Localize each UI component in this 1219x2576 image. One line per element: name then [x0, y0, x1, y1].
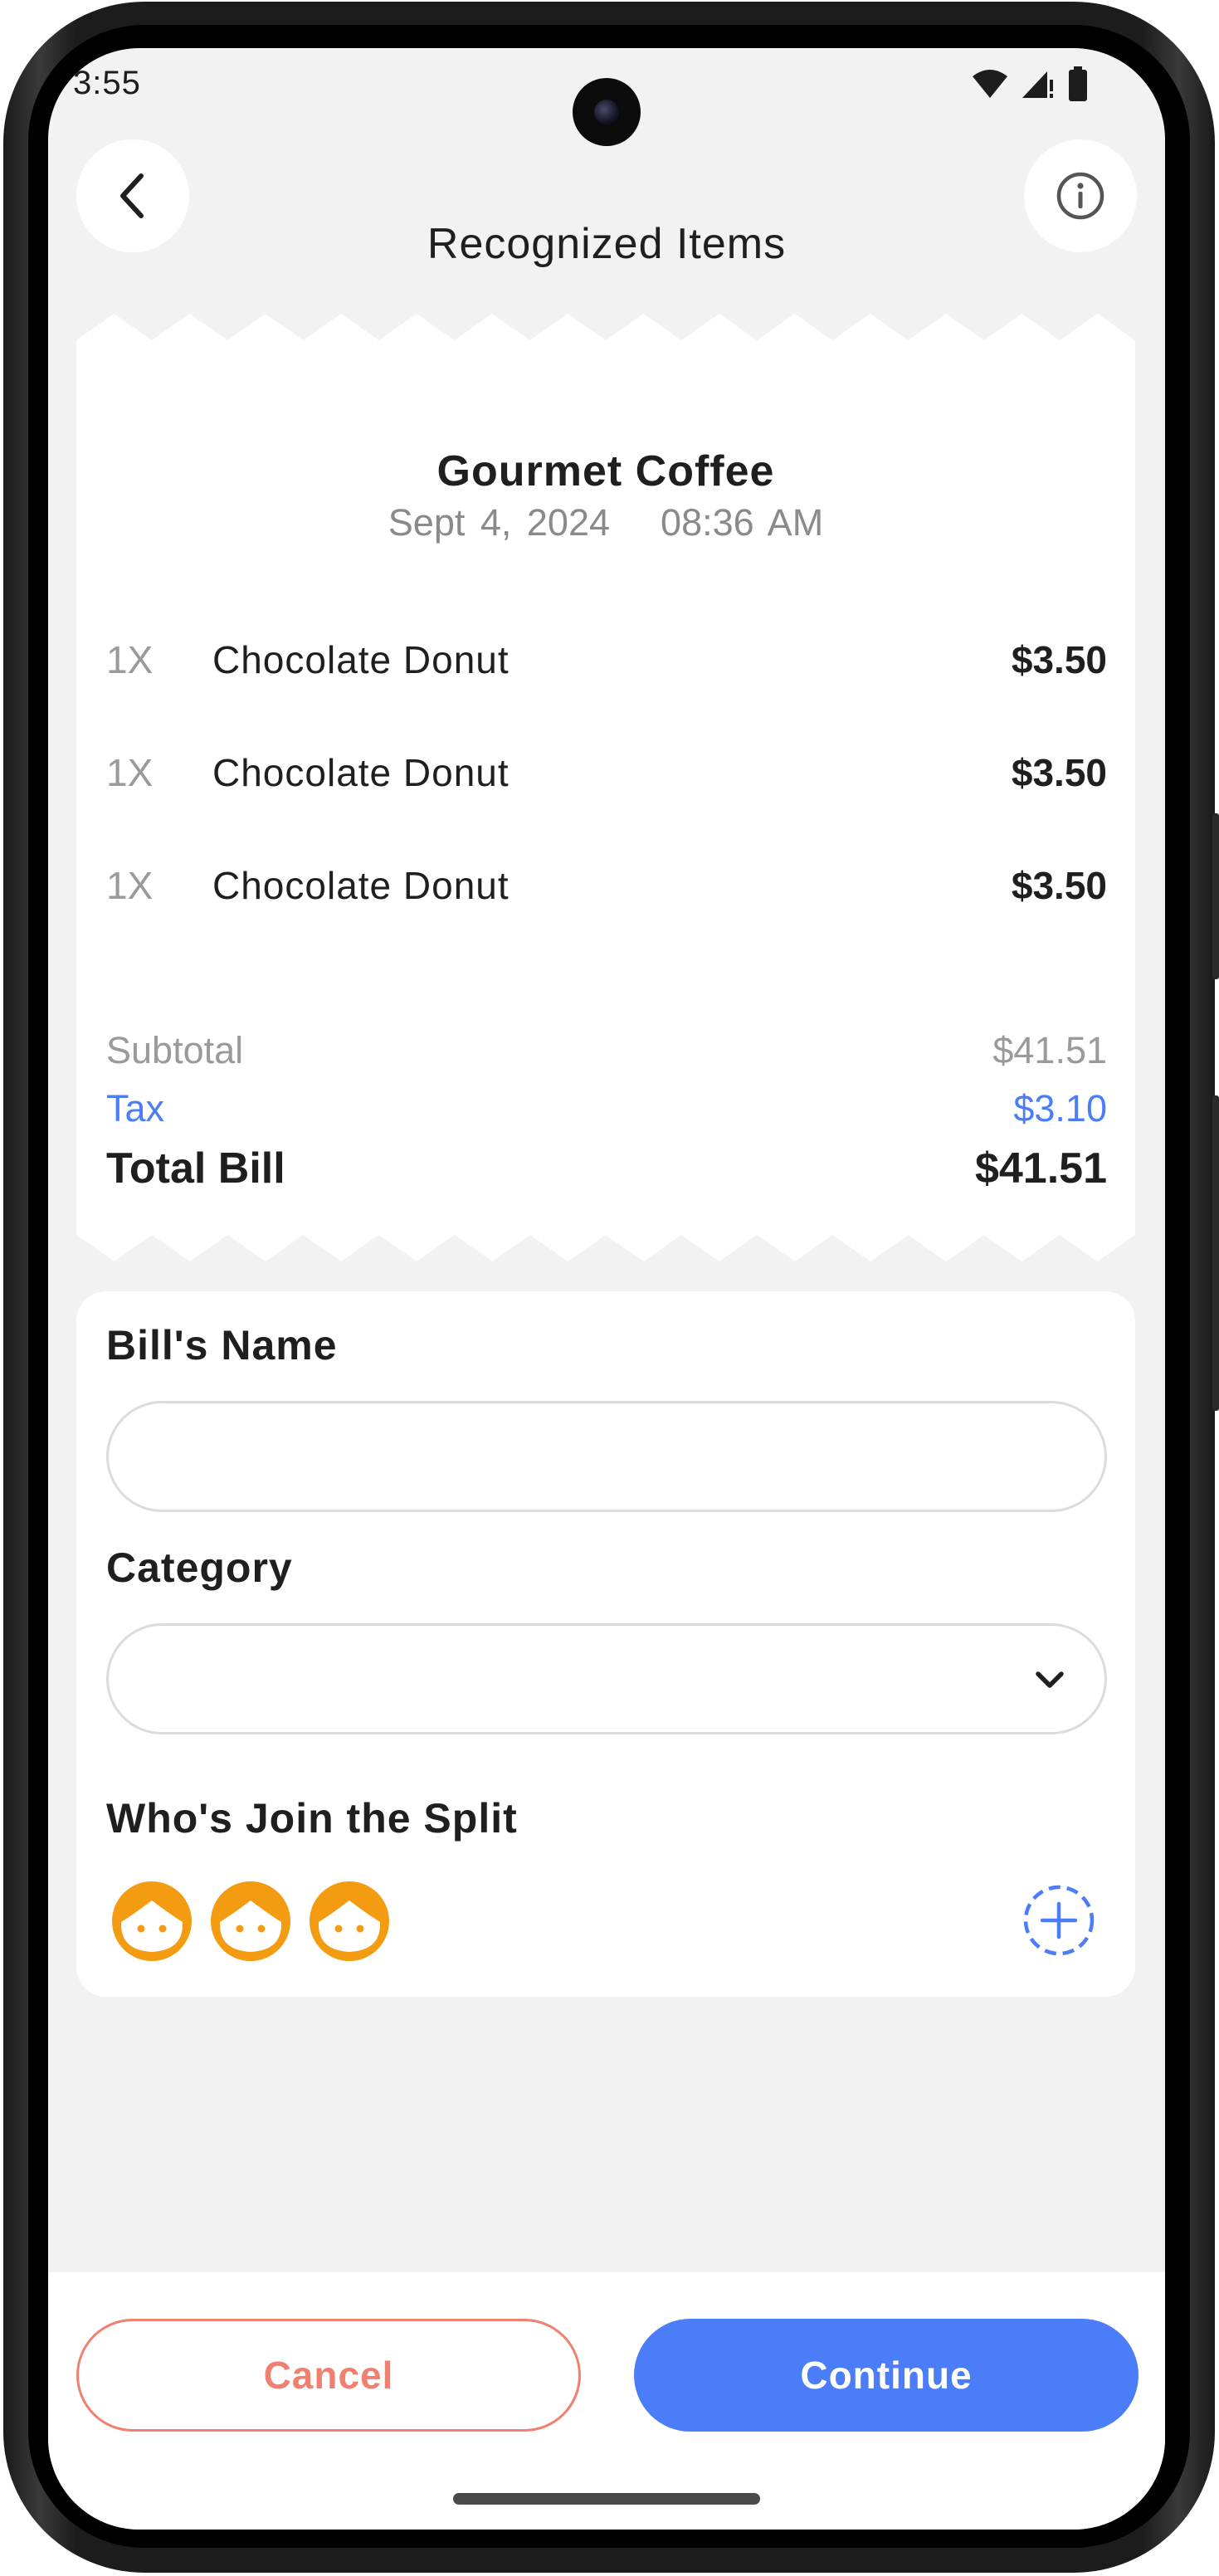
app-screen: 3:55 Recognized Items Gourmet Coffee Sep…	[48, 48, 1165, 2530]
page-title: Recognized Items	[427, 220, 787, 268]
category-select[interactable]	[106, 1623, 1107, 1734]
receipt: Gourmet Coffee Sept 4, 2024 08:36 AM 1X …	[76, 314, 1135, 1281]
avatar-icon[interactable]	[307, 1879, 392, 1964]
wifi-icon	[973, 70, 1007, 98]
home-indicator[interactable]	[453, 2493, 760, 2505]
item-quantity: 1X	[106, 751, 154, 794]
info-button[interactable]	[1024, 139, 1137, 252]
list-item[interactable]: 1X Chocolate Donut $3.50	[106, 637, 1107, 687]
store-name: Gourmet Coffee	[436, 447, 775, 495]
front-camera	[573, 78, 641, 146]
signal-icon	[1022, 71, 1053, 98]
list-item[interactable]: 1X Chocolate Donut $3.50	[106, 750, 1107, 800]
power-button	[1212, 1095, 1219, 1411]
bill-name-label: Bill's Name	[106, 1322, 338, 1368]
item-quantity: 1X	[106, 638, 154, 681]
info-icon	[1056, 172, 1104, 220]
split-label: Who's Join the Split	[106, 1795, 518, 1842]
category-label: Category	[106, 1544, 293, 1591]
status-icons	[971, 66, 1089, 101]
bill-form: Bill's Name Category Who's Join the Spli…	[76, 1291, 1135, 1997]
total-value: $41.51	[974, 1144, 1107, 1193]
tax-value: $3.10	[1013, 1087, 1107, 1129]
continue-button[interactable]: Continue	[634, 2319, 1139, 2432]
item-price: $3.50	[1011, 751, 1107, 794]
total-label: Total Bill	[106, 1144, 285, 1193]
phone-frame: 3:55 Recognized Items Gourmet Coffee Sep…	[0, 0, 1219, 2576]
receipt-datetime: Sept 4, 2024 08:36 AM	[76, 501, 1135, 544]
receipt-time: 08:36 AM	[661, 501, 824, 544]
list-item[interactable]: 1X Chocolate Donut $3.50	[106, 863, 1107, 913]
bill-name-field[interactable]	[106, 1401, 1107, 1512]
avatar-icon[interactable]	[208, 1879, 293, 1964]
subtotal-value: $41.51	[992, 1029, 1107, 1071]
cancel-button[interactable]: Cancel	[76, 2319, 581, 2432]
item-name: Chocolate Donut	[212, 751, 510, 794]
chevron-left-icon	[120, 173, 144, 218]
item-quantity: 1X	[106, 864, 154, 907]
tax-label: Tax	[106, 1087, 165, 1129]
action-bar: Cancel Continue	[48, 2272, 1165, 2530]
battery-icon	[1069, 66, 1087, 101]
bill-name-input[interactable]	[109, 1403, 1104, 1510]
receipt-date: Sept 4, 2024	[388, 501, 611, 544]
item-name: Chocolate Donut	[212, 638, 510, 681]
item-price: $3.50	[1011, 864, 1107, 907]
add-participant-icon[interactable]	[1021, 1882, 1097, 1959]
status-time: 3:55	[73, 65, 141, 101]
item-price: $3.50	[1011, 638, 1107, 681]
chevron-down-icon	[1036, 1671, 1064, 1688]
volume-button	[1212, 813, 1219, 979]
item-name: Chocolate Donut	[212, 864, 510, 907]
avatar-icon[interactable]	[110, 1879, 194, 1964]
subtotal-label: Subtotal	[106, 1029, 244, 1071]
